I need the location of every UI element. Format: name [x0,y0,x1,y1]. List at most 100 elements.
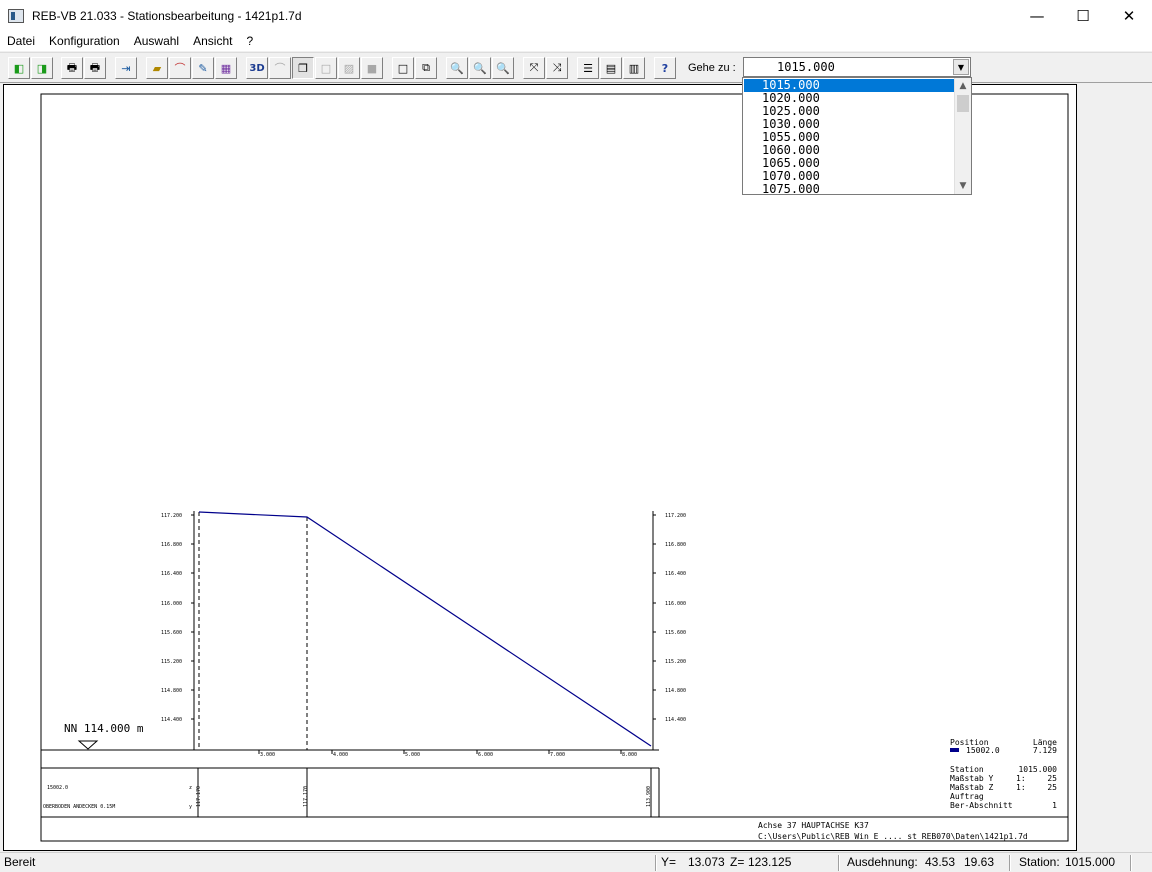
hatch-button[interactable]: ▨ [338,57,360,79]
legend-block: Position Länge 15002.0 7.129 Station 101… [950,738,1057,810]
scroll-down-icon[interactable]: ▼ [955,178,971,194]
menu-datei[interactable]: Datei [0,34,42,48]
minimize-button[interactable]: — [1014,0,1060,31]
right-tick-label: 114.800 [665,688,686,694]
rectangle-arrow-icon: ⧉ [422,61,430,74]
right-tick-label: 116.400 [665,571,686,577]
zoom-m-button[interactable]: 🔍 [446,57,468,79]
dropdown-scrollbar[interactable]: ▲ ▼ [954,78,971,194]
right-tick-label: 116.000 [665,601,686,607]
prev-station-button[interactable]: ◧ [8,57,30,79]
bottom-axis-labels: 3.000 4.000 5.000 6.000 7.000 8.000 [258,750,637,758]
layers-button[interactable]: ❐ [292,57,314,79]
menu-bar: Datei Konfiguration Auswahl Ansicht ? [0,31,1152,51]
right-tick-label: 117.200 [665,513,686,519]
menu-ansicht[interactable]: Ansicht [186,34,239,48]
help-button[interactable]: ? [654,57,676,79]
open-folder-button[interactable]: ▰ [146,57,168,79]
scroll-up-icon[interactable]: ▲ [955,78,971,94]
colors-button[interactable]: ▦ [215,57,237,79]
legend-scale-z-value: 25 [1047,783,1057,792]
status-extent-x: 43.53 [925,855,956,869]
zoom-m-icon: 🔍 [450,61,464,75]
profile-button[interactable]: ⌒ [169,57,191,79]
3d-button[interactable]: 3D [246,57,268,79]
status-ready: Bereit [4,855,36,869]
table-button[interactable]: ▥ [623,57,645,79]
goto-select[interactable]: 1015.000 ▼ [743,57,971,77]
arc-button[interactable]: ⌒ [269,57,291,79]
left-tick-label: 116.000 [161,601,182,607]
menu-auswahl[interactable]: Auswahl [127,34,186,48]
status-bar: Bereit Y= 13.073 Z= 123.125 Ausdehnung: … [0,852,1152,872]
cross-section-drawing: 117.200 116.800 116.400 116.000 115.600 … [40,93,1069,842]
legend-ber-label: Ber-Abschnitt [950,801,1013,810]
legend-ber-value: 1 [1052,801,1057,810]
sheet-frame [40,93,1069,842]
help-icon: ? [661,61,669,75]
toolbar: ◧ ◨ 🖶 🖶 ⇥ ▰ ⌒ ✎ ▦ 3D ⌒ ❐ □ ▨ ■ □ ⧉ 🔍 🔍 🔍… [0,52,1152,83]
export-icon: ⇥ [121,61,131,75]
window-title: REB-VB 21.033 - Stationsbearbeitung - 14… [32,8,302,23]
status-y-value: 13.073 [688,855,725,869]
dropdown-option[interactable]: 1075.000 [744,183,955,195]
print-button[interactable]: 🖶 [61,57,83,79]
fit-view-button[interactable]: ⤧ [523,57,545,79]
close-button[interactable]: ✕ [1106,0,1152,31]
printer-setup-icon: 🖶 [89,60,101,74]
scroll-thumb[interactable] [957,95,969,112]
goto-dropdown-list[interactable]: 1015.000 1020.000 1025.000 1030.000 1055… [742,77,972,195]
left-tick-label: 115.600 [161,630,182,636]
window-icon: ▤ [605,61,617,75]
left-tick-label: 114.400 [161,717,182,723]
window-button[interactable]: ▤ [600,57,622,79]
app-icon [8,8,24,23]
status-separator [838,855,840,871]
print-setup-button[interactable]: 🖶 [84,57,106,79]
extent-button[interactable]: ⤨ [546,57,568,79]
fit-arrows-icon: ⤧ [529,61,539,74]
band-description: OBERBODEN ANDECKEN 0.15M [43,804,115,810]
legend-swatch [950,748,959,752]
right-tick-label: 115.600 [665,630,686,636]
profile-curve-icon: ⌒ [174,62,186,75]
hatch-icon: ▨ [343,61,355,75]
right-tick-label: 116.800 [665,542,686,548]
arrow-green-left-icon: ◧ [13,61,25,75]
color-grid-icon: ▦ [220,61,232,75]
zoom-v-button[interactable]: 🔍 [492,57,514,79]
printer-icon: 🖶 [66,60,78,74]
list-button[interactable]: ☰ [577,57,599,79]
bottom-tick-label: 3.000 [260,752,275,758]
layers-icon: ❐ [298,61,308,75]
status-extent-y: 19.63 [964,855,995,869]
right-axis-labels: 117.200 116.800 116.400 116.000 115.600 … [653,513,686,723]
legend-scale-y-ratio: 1: [1016,774,1026,783]
arrow-green-right-icon: ◨ [36,61,48,75]
rectangle-arrow-button[interactable]: ⧉ [415,57,437,79]
rectangle-icon: □ [397,61,409,75]
menu-help[interactable]: ? [239,34,260,48]
menu-konfiguration[interactable]: Konfiguration [42,34,127,48]
band-value-1: 117.170 [196,786,202,807]
datum-label: NN 114.000 m [64,722,144,735]
chevron-down-icon[interactable]: ▼ [953,59,969,75]
pencil-icon: ✎ [198,61,208,75]
status-separator [1130,855,1132,871]
rectangle-button[interactable]: □ [392,57,414,79]
left-tick-label: 117.200 [161,513,182,519]
legend-auftrag-label: Auftrag [950,792,984,801]
edit-button[interactable]: ✎ [192,57,214,79]
next-station-button[interactable]: ◨ [31,57,53,79]
bottom-tick-label: 8.000 [622,752,637,758]
left-tick-label: 116.800 [161,542,182,548]
left-tick-label: 116.400 [161,571,182,577]
goto-label: Gehe zu : [688,62,736,74]
drawing-canvas[interactable]: 117.200 116.800 116.400 116.000 115.600 … [3,84,1077,851]
box-button[interactable]: □ [315,57,337,79]
fill-button[interactable]: ■ [361,57,383,79]
zoom-f-button[interactable]: 🔍 [469,57,491,79]
export-button[interactable]: ⇥ [115,57,137,79]
maximize-button[interactable]: ☐ [1060,0,1106,31]
status-station-value: 1015.000 [1065,855,1116,869]
